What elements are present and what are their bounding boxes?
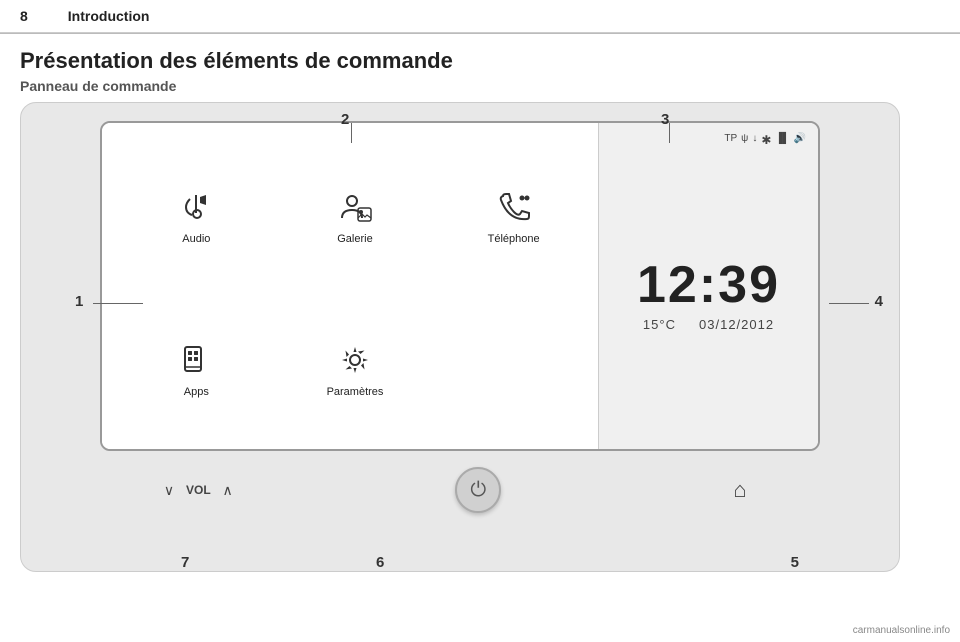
apps-app-icon[interactable]: Apps: [174, 338, 218, 398]
screen-left: Audio Galerie: [102, 123, 598, 449]
clock-time: 12:39: [637, 259, 780, 311]
watermark: carmanualsonline.info: [853, 625, 950, 636]
status-bt: ✱: [761, 133, 771, 147]
status-psi: ψ: [741, 133, 748, 147]
label-1: 1: [75, 293, 83, 310]
telephone-app-icon[interactable]: Téléphone: [488, 185, 540, 245]
vol-down-button[interactable]: ∨: [160, 482, 178, 499]
parametres-label: Paramètres: [327, 386, 384, 398]
label-4: 4: [875, 293, 883, 310]
telephone-label: Téléphone: [488, 233, 540, 245]
label-2: 2: [341, 111, 349, 128]
vol-up-button[interactable]: ∧: [219, 482, 237, 499]
status-bar: TP ψ ↓ ✱ ▐▌ 🔊: [611, 133, 806, 147]
parametres-icon: [333, 338, 377, 382]
page-number: 8: [20, 8, 28, 24]
clock-area: 12:39 15°C 03/12/2012: [611, 151, 806, 439]
clock-info: 15°C 03/12/2012: [643, 317, 774, 332]
label-6: 6: [376, 554, 384, 571]
date: 03/12/2012: [699, 317, 774, 332]
header-title: Introduction: [68, 8, 150, 24]
audio-app-icon[interactable]: Audio: [174, 185, 218, 245]
home-icon: ⌂: [733, 477, 746, 503]
status-battery: ▐▌: [775, 133, 789, 147]
galerie-app-icon[interactable]: Galerie: [333, 185, 377, 245]
vol-control: ∨ VOL ∧: [160, 482, 237, 499]
status-tp: TP: [724, 133, 737, 147]
label-5: 5: [791, 554, 799, 571]
control-bar: ∨ VOL ∧ ⏻ ⌂: [100, 451, 820, 513]
audio-icon: [174, 185, 218, 229]
clock-panel: TP ψ ↓ ✱ ▐▌ 🔊 12:39 15°C 03/12/2012: [598, 123, 818, 449]
apps-label: Apps: [184, 386, 209, 398]
main-content: Audio Galerie: [0, 102, 960, 572]
audio-label: Audio: [182, 233, 210, 245]
apps-icon: [174, 338, 218, 382]
power-button[interactable]: ⏻: [455, 467, 501, 513]
vol-label: VOL: [186, 483, 211, 497]
section-subtitle: Panneau de commande: [0, 78, 960, 102]
temperature: 15°C: [643, 317, 676, 332]
telephone-icon: [492, 185, 536, 229]
section-title: Présentation des éléments de commande: [0, 34, 960, 78]
status-arrow: ↓: [752, 133, 757, 147]
home-button[interactable]: ⌂: [720, 470, 760, 510]
status-vol: 🔊: [794, 133, 806, 147]
label-7: 7: [181, 554, 189, 571]
device-container: Audio Galerie: [20, 102, 900, 572]
parametres-app-icon[interactable]: Paramètres: [327, 338, 384, 398]
galerie-label: Galerie: [337, 233, 372, 245]
page-header: 8 Introduction: [0, 0, 960, 33]
screen-area: Audio Galerie: [100, 121, 820, 451]
galerie-icon: [333, 185, 377, 229]
power-icon: ⏻: [470, 479, 486, 502]
